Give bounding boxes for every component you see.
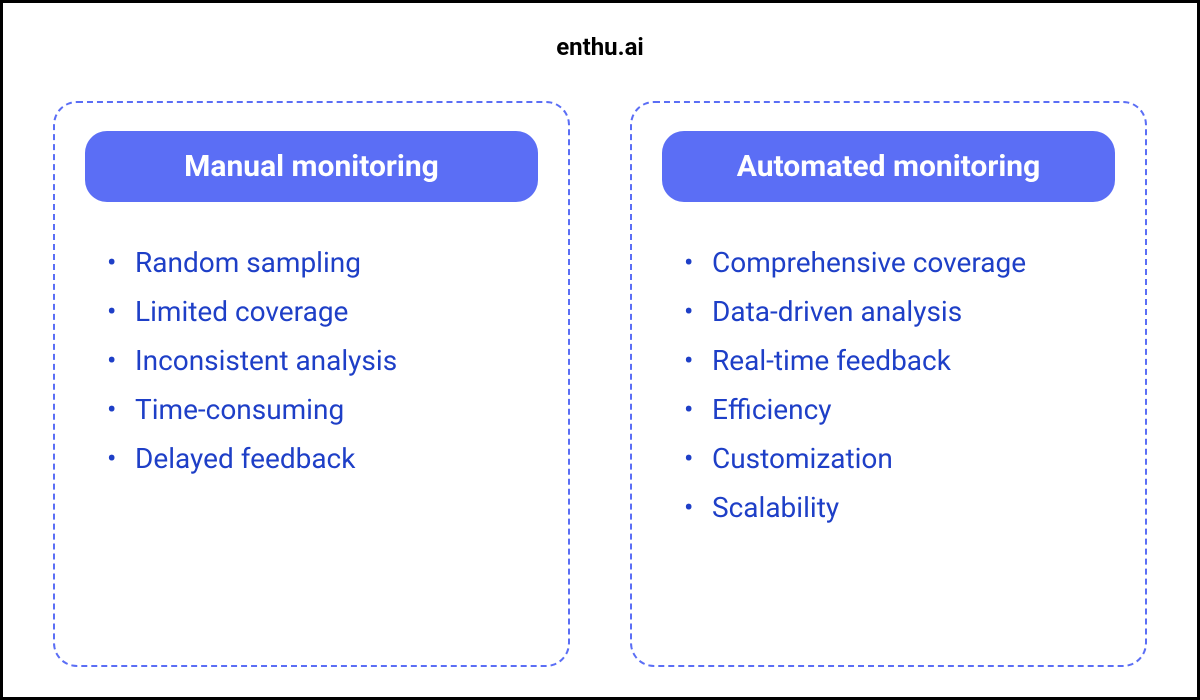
list-item: Inconsistent analysis [135, 336, 538, 385]
list-item: Efficiency [712, 385, 1115, 434]
list-item: Random sampling [135, 238, 538, 287]
card-list-manual: Random sampling Limited coverage Inconsi… [85, 238, 538, 483]
list-item: Scalability [712, 483, 1115, 532]
list-item: Time-consuming [135, 385, 538, 434]
list-item: Real-time feedback [712, 336, 1115, 385]
list-item: Data-driven analysis [712, 287, 1115, 336]
list-item: Delayed feedback [135, 434, 538, 483]
card-list-automated: Comprehensive coverage Data-driven analy… [662, 238, 1115, 532]
card-header-manual: Manual monitoring [85, 131, 538, 202]
card-manual-monitoring: Manual monitoring Random sampling Limite… [53, 101, 570, 667]
card-header-automated: Automated monitoring [662, 131, 1115, 202]
list-item: Limited coverage [135, 287, 538, 336]
cards-container: Manual monitoring Random sampling Limite… [53, 101, 1147, 667]
card-automated-monitoring: Automated monitoring Comprehensive cover… [630, 101, 1147, 667]
page-title: enthu.ai [53, 33, 1147, 61]
list-item: Customization [712, 434, 1115, 483]
list-item: Comprehensive coverage [712, 238, 1115, 287]
